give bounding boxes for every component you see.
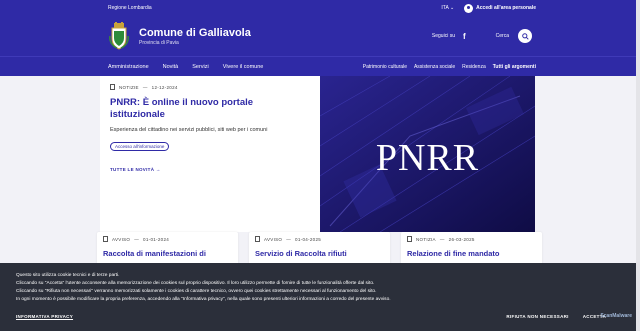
hero-description: Esperienza del cittadino nei servizi pub… — [110, 126, 268, 133]
card-title[interactable]: Relazione di fine mandato — [407, 249, 536, 258]
chevron-down-icon: ⌄ — [449, 5, 455, 11]
site-header: Comune di Galliavola Provincia di Pavia … — [0, 16, 640, 56]
nav-item-amministrazione[interactable]: Amministrazione — [108, 64, 149, 70]
meta-separator: — — [142, 84, 148, 90]
card-category: AVVISO — [112, 236, 131, 242]
privacy-policy-link[interactable]: INFORMATIVA PRIVACY — [16, 313, 506, 320]
document-icon — [407, 236, 412, 242]
primary-nav: Amministrazione Novità Servizi Vivere il… — [108, 64, 363, 70]
cookie-line: In ogni momento è possibile modificare l… — [16, 296, 391, 302]
site-name: Comune di Galliavola — [139, 26, 251, 39]
cookie-banner: Questo sito utilizza cookie tecnici e di… — [0, 263, 640, 331]
nav-item-residenza[interactable]: Residenza — [462, 64, 486, 70]
hero-text: NOTIZIE — 12-12-2024 PNRR: È online il n… — [100, 76, 320, 232]
region-link[interactable]: Regione Lombardia — [108, 5, 441, 11]
card-title[interactable]: Raccolta di manifestazioni di — [103, 249, 232, 258]
social-follow: Seguici su f — [432, 32, 466, 41]
watermark-logo: ScanMalware — [600, 313, 632, 319]
card-category: NOTIZIA — [416, 236, 436, 242]
card-date: 01-01-2024 — [143, 236, 170, 242]
hero-image-text: PNRR — [375, 137, 480, 179]
cookie-line: Questo sito utilizza cookie tecnici e di… — [16, 273, 120, 278]
province-name: Provincia di Pavia — [139, 39, 179, 46]
nav-item-servizi[interactable]: Servizi — [192, 64, 209, 70]
card-meta: AVVISO — 01-01-2024 — [103, 236, 232, 242]
all-news-label: TUTTE LE NOVITÀ — [110, 166, 155, 172]
card-date: 01-04-2025 — [295, 236, 322, 242]
language-label: ITA — [441, 5, 449, 11]
card-title[interactable]: Servizio di Raccolta rifiuti — [255, 249, 384, 258]
cookie-line: Cliccando su "Accetta" l'utente acconsen… — [16, 280, 375, 286]
language-selector[interactable]: ITA ⌄ — [441, 5, 454, 11]
search-button[interactable] — [518, 29, 532, 43]
top-bar: Regione Lombardia ITA ⌄ Accedi all'area … — [0, 0, 640, 16]
login-button[interactable]: Accedi all'area personale — [464, 3, 536, 13]
cookie-actions: INFORMATIVA PRIVACY RIFIUTA NON NECESSAR… — [16, 313, 624, 320]
brand[interactable]: Comune di Galliavola Provincia di Pavia — [139, 27, 432, 46]
nav-item-vivere-il-comune[interactable]: Vivere il comune — [223, 64, 264, 70]
meta-separator: — — [439, 236, 445, 242]
card-date: 26-03-2025 — [448, 236, 475, 242]
meta-separator: — — [134, 236, 140, 242]
municipality-crest-icon[interactable] — [108, 22, 130, 50]
nav-item-assistenza-sociale[interactable]: Assistenza sociale — [414, 64, 455, 70]
search-icon — [521, 32, 529, 40]
scrollbar[interactable] — [636, 0, 640, 331]
search-area: Cerca — [496, 29, 532, 43]
cookie-buttons: RIFIUTA NON NECESSARI ACCETTA — [506, 313, 606, 320]
follow-label: Seguici su — [431, 33, 455, 39]
main-navigation: Amministrazione Novità Servizi Vivere il… — [0, 56, 640, 76]
user-icon — [464, 3, 474, 13]
document-icon — [103, 236, 108, 242]
document-icon — [255, 236, 260, 242]
hero-date: 12-12-2024 — [151, 84, 178, 90]
nav-item-all-topics[interactable]: Tutti gli argomenti — [493, 64, 536, 70]
hero-image: PNRR — [320, 76, 535, 232]
hero-category: NOTIZIE — [119, 84, 139, 90]
document-icon — [110, 84, 115, 90]
cookie-text: Questo sito utilizza cookie tecnici e di… — [16, 272, 624, 304]
card-meta: NOTIZIA — 26-03-2025 — [407, 236, 536, 242]
hero-title[interactable]: PNRR: È online il nuovo portale istituzi… — [110, 97, 310, 121]
facebook-icon[interactable]: f — [463, 32, 466, 41]
login-label: Accedi all'area personale — [476, 5, 536, 11]
topic-chip[interactable]: Accesso all'informazione — [110, 141, 170, 151]
all-news-link[interactable]: TUTTE LE NOVITÀ → — [110, 167, 310, 172]
meta-separator: — — [286, 236, 292, 242]
nav-item-patrimonio-culturale[interactable]: Patrimonio culturale — [363, 64, 407, 70]
card-category: AVVISO — [264, 236, 283, 242]
hero-meta: NOTIZIE — 12-12-2024 — [110, 84, 310, 90]
cookie-line: Cliccando su "Rifiuta non necessari" ver… — [16, 288, 377, 294]
secondary-nav: Patrimonio culturale Assistenza sociale … — [363, 64, 536, 70]
nav-item-novita[interactable]: Novità — [163, 64, 179, 70]
hero-news: NOTIZIE — 12-12-2024 PNRR: È online il n… — [100, 76, 535, 232]
card-meta: AVVISO — 01-04-2025 — [255, 236, 384, 242]
reject-cookies-button[interactable]: RIFIUTA NON NECESSARI — [506, 313, 568, 320]
search-label: Cerca — [495, 33, 509, 39]
arrow-right-icon: → — [155, 166, 161, 172]
